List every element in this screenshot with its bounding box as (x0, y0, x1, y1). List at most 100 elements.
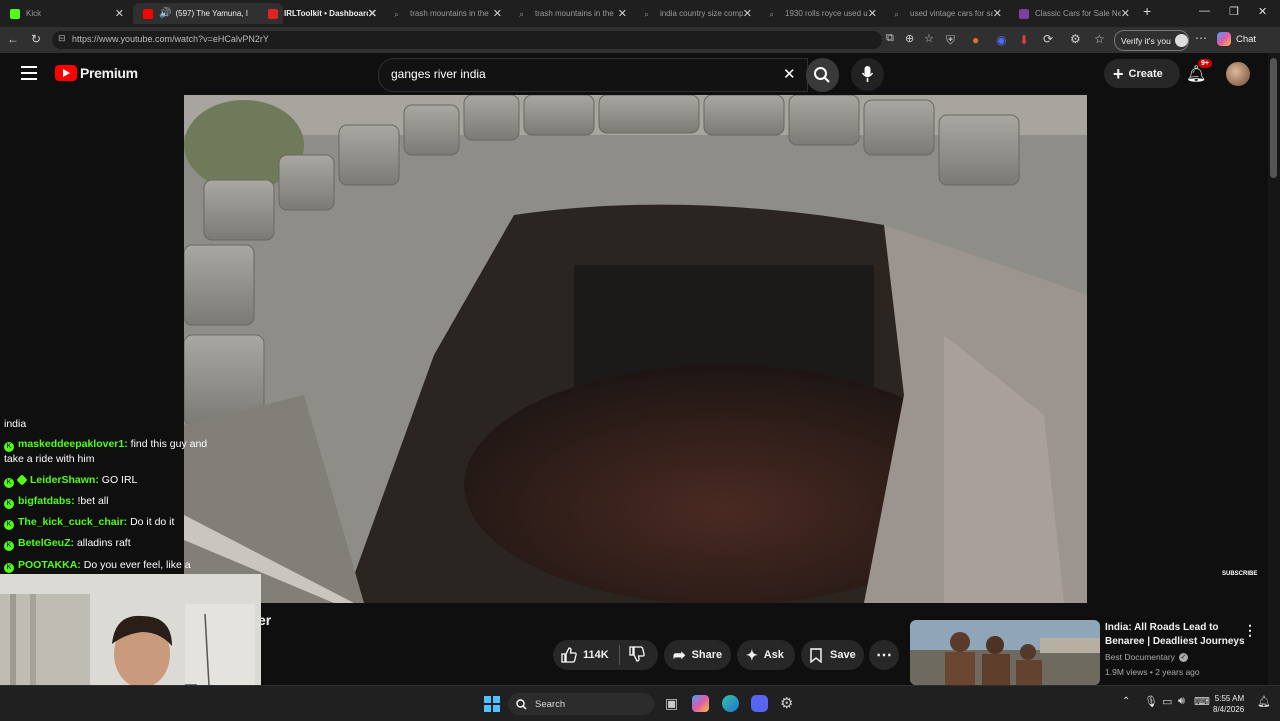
new-tab-icon[interactable]: + (1143, 3, 1151, 19)
account-avatar[interactable] (1226, 62, 1250, 86)
close-tab-icon[interactable]: ✕ (368, 7, 377, 20)
search-label: Search (535, 698, 566, 710)
microphone-tray-icon[interactable]: 🎙︎ (1144, 695, 1158, 708)
sync-icon[interactable]: ⟳ (1043, 32, 1053, 46)
close-tab-icon[interactable]: ✕ (493, 7, 502, 20)
share-button[interactable]: ➦ Share (664, 640, 731, 670)
extension-orange-icon[interactable]: ● (972, 33, 979, 47)
start-button[interactable] (484, 696, 500, 712)
kick-badge-icon: K (4, 541, 14, 551)
browser-tab[interactable]: ⌕ trash mountains in the ✕ (384, 3, 508, 24)
browser-tab[interactable]: ⌕ used vintage cars for sa ✕ (884, 3, 1008, 24)
search-button[interactable] (806, 58, 839, 92)
browser-tab[interactable]: ⌕ india country size comp ✕ (634, 3, 758, 24)
collections-icon[interactable]: ☆ (1094, 32, 1105, 46)
restore-icon[interactable]: ❐ (1229, 5, 1239, 18)
chat-message: K BetelGeuZ: alladins raft (4, 536, 214, 551)
chat-label: Chat (1236, 33, 1257, 45)
favorite-star-icon[interactable]: ☆ (924, 32, 934, 45)
premium-label: Premium (80, 65, 138, 81)
show-hidden-icons[interactable]: ⌃ (1122, 696, 1130, 707)
close-tab-icon[interactable]: ✕ (743, 7, 752, 20)
extension-blue-icon[interactable]: ◉ (996, 33, 1006, 47)
microphone-icon (861, 66, 874, 82)
volume-tray-icon[interactable]: 🔊︎ (1178, 695, 1185, 708)
tab-title: india country size comp (660, 9, 743, 18)
plus-icon: + (1113, 63, 1124, 84)
copilot-taskbar-icon[interactable] (692, 695, 709, 712)
save-button[interactable]: Save (801, 640, 864, 670)
hamburger-menu-icon[interactable] (21, 66, 37, 80)
recommended-title[interactable]: India: All Roads Lead to Benaree | Deadl… (1105, 621, 1245, 649)
youtube-favicon-icon (143, 8, 153, 19)
close-tab-icon[interactable]: ✕ (868, 7, 877, 20)
subscribe-watermark-overlay[interactable]: SUBSCRIBE (1222, 571, 1257, 577)
close-tab-icon[interactable]: ✕ (115, 7, 124, 20)
tab-title: IRLToolkit • Dashboard (284, 9, 368, 18)
zoom-icon[interactable]: ⊕ (905, 32, 914, 45)
clear-search-icon[interactable]: ✕ (783, 65, 796, 83)
close-tab-icon[interactable]: ✕ (618, 7, 627, 20)
browser-tab-strip: Kick ✕ 🔊 (597) The Yamuna, I ✕ IRLToolki… (0, 0, 1280, 27)
clock-time: 5:55 AM (1214, 694, 1245, 703)
discord-icon[interactable] (751, 695, 768, 712)
close-tab-icon[interactable]: ✕ (1121, 7, 1130, 20)
browser-tab[interactable]: ⌕ trash mountains in the ✕ (509, 3, 633, 24)
speaker-icon[interactable]: 🔊 (159, 8, 171, 19)
download-extension-icon[interactable]: ⬇ (1019, 33, 1029, 47)
browser-tab[interactable]: IRLToolkit • Dashboard ✕ (258, 3, 383, 24)
close-window-icon[interactable]: ✕ (1258, 5, 1267, 18)
voice-search-button[interactable] (851, 58, 884, 91)
browser-tab[interactable]: Classic Cars for Sale Ne ✕ (1009, 3, 1136, 24)
app-available-icon[interactable]: ⧉ (886, 32, 894, 45)
save-label: Save (830, 649, 856, 661)
create-label: Create (1128, 67, 1163, 80)
more-menu-icon[interactable]: ⋯ (1195, 31, 1207, 45)
irltoolkit-favicon-icon (268, 8, 278, 19)
back-icon[interactable]: ← (7, 32, 19, 46)
site-info-icon[interactable]: ⊟ (58, 33, 66, 44)
browser-tab[interactable]: ⌕ 1930 rolls royce used un ✕ (759, 3, 883, 24)
recommended-thumbnail[interactable] (910, 620, 1100, 685)
address-bar[interactable]: ⊟ https://www.youtube.com/watch?v=eHCalv… (52, 31, 934, 49)
scrollbar-thumb[interactable] (1270, 58, 1277, 178)
network-tray-icon[interactable]: ⌨ (1194, 695, 1210, 708)
tab-title: Kick (26, 9, 42, 18)
kick-badge-icon: K (4, 442, 14, 452)
extensions-icon[interactable]: ⚙ (1070, 32, 1081, 46)
recommended-channel[interactable]: Best Documentary ✓ (1105, 652, 1188, 662)
kick-favicon-icon (10, 8, 20, 19)
clock[interactable]: 5:55 AM 8/4/2026 (1213, 693, 1244, 715)
notifications-button[interactable]: 🔔︎ 9+ (1186, 59, 1212, 84)
chat-username: bigfatdabs: (18, 495, 75, 507)
search-input[interactable]: ganges river india ✕ (378, 58, 808, 92)
like-button[interactable]: 114K (553, 640, 609, 670)
more-horizontal-icon: ⋯ (876, 647, 892, 664)
task-view-icon[interactable]: ▣ (665, 695, 678, 712)
chat-username: The_kick_cuck_chair: (18, 516, 128, 528)
recommended-more-icon[interactable]: ⋮ (1243, 622, 1257, 639)
chat-message: K LeiderShawn: GO IRL (4, 473, 214, 488)
video-player[interactable]: SUBSCRIBE (184, 95, 1087, 603)
more-actions-button[interactable]: ⋯ (869, 640, 899, 670)
youtube-logo[interactable]: Premium (55, 65, 138, 81)
verify-profile-button[interactable]: Verify it's you (1114, 30, 1189, 51)
edge-browser-icon[interactable] (722, 695, 739, 712)
obs-settings-icon[interactable]: ⚙ (780, 694, 793, 712)
sparkle-icon: ✦ (746, 646, 758, 663)
shield-extension-icon[interactable]: ⛨ (946, 33, 955, 48)
chat-text: !bet all (77, 495, 109, 507)
copilot-chat-button[interactable]: Chat (1217, 32, 1256, 46)
minimize-icon[interactable]: — (1199, 5, 1210, 17)
dislike-button[interactable] (629, 645, 645, 665)
taskbar-search-box[interactable]: Search (508, 693, 654, 715)
refresh-icon[interactable]: ↻ (31, 32, 41, 46)
kick-badge-icon: K (4, 520, 14, 530)
close-tab-icon[interactable]: ✕ (993, 7, 1002, 20)
notification-center-icon[interactable]: 🔔︎ (1257, 695, 1271, 708)
display-tray-icon[interactable]: ▭ (1162, 695, 1172, 708)
create-button[interactable]: + Create (1104, 59, 1180, 88)
diamond-badge-icon (16, 474, 28, 486)
browser-tab[interactable]: Kick ✕ (0, 3, 130, 24)
ask-button[interactable]: ✦ Ask (737, 640, 795, 670)
